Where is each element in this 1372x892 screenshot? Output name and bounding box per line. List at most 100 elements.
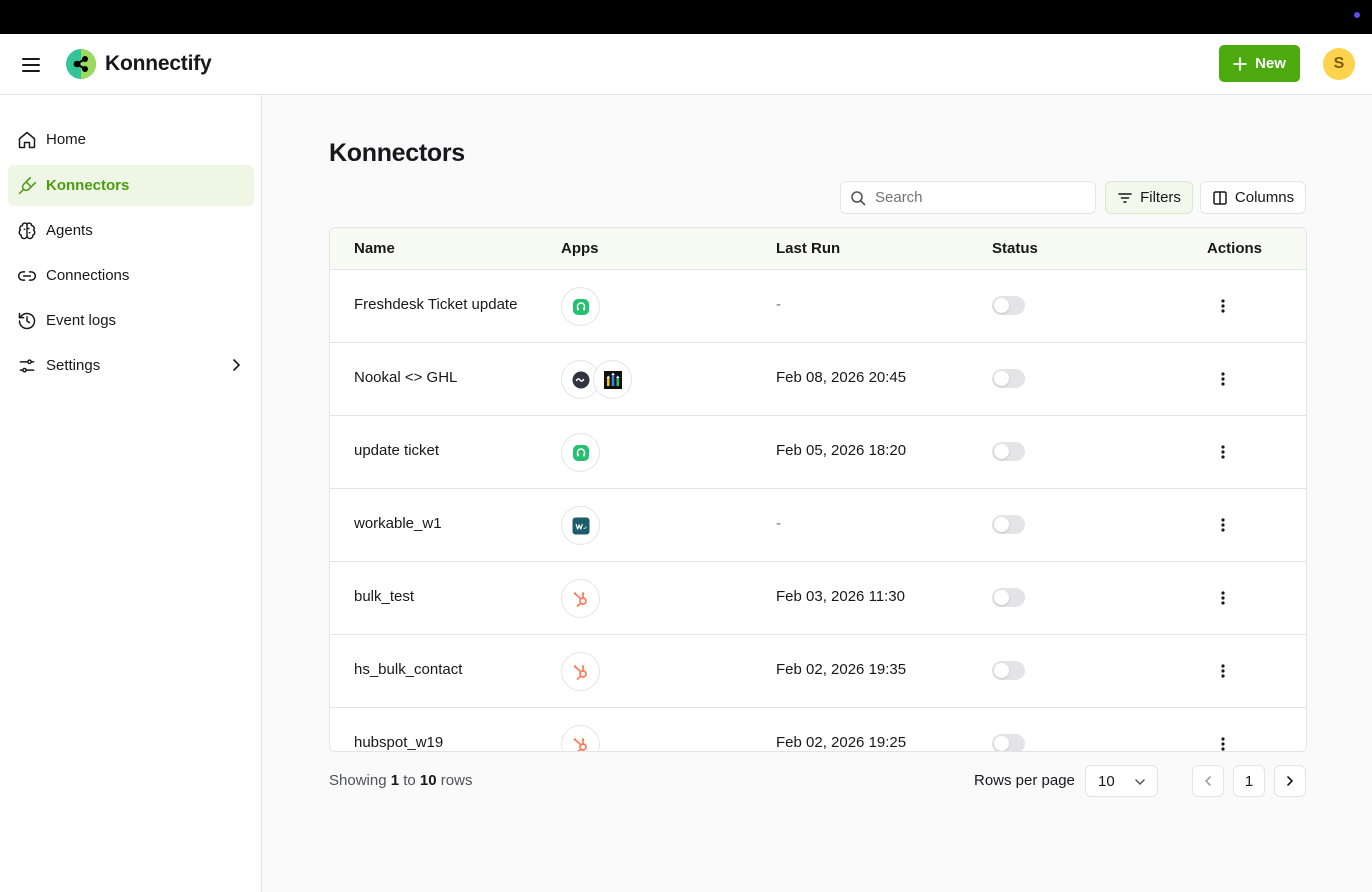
sidebar-item-label: Konnectors (46, 177, 130, 194)
sidebar-item-connections[interactable]: Connections (8, 255, 254, 296)
filters-button[interactable]: Filters (1105, 181, 1193, 214)
system-top-bar (0, 0, 1372, 34)
columns-label: Columns (1234, 189, 1295, 206)
column-header-last-run[interactable]: Last Run (776, 240, 840, 257)
app-icons (561, 506, 600, 545)
konnectify-logo-icon (66, 49, 96, 79)
freshdesk-icon (561, 287, 600, 326)
sidebar-item-konnectors[interactable]: Konnectors (8, 165, 254, 206)
last-run: Feb 02, 2026 19:35 (776, 661, 907, 678)
table-row[interactable]: Freshdesk Ticket update - (330, 270, 1306, 343)
plus-icon (1233, 56, 1247, 71)
table-row[interactable]: Nookal <> GHL Feb 08, 2026 20:45 (330, 343, 1306, 416)
status-toggle[interactable] (992, 661, 1025, 680)
app-header: Konnectify New S (0, 34, 1372, 95)
rows-per-page-value: 10 (1098, 772, 1115, 790)
rows-per-page-label: Rows per page (974, 772, 1075, 789)
hamburger-menu-button[interactable] (18, 52, 44, 78)
row-actions-button[interactable] (1212, 732, 1234, 751)
konnector-name: workable_w1 (354, 515, 442, 532)
next-page-button[interactable] (1274, 765, 1306, 797)
user-avatar[interactable]: S (1323, 48, 1355, 80)
last-run: - (776, 515, 781, 532)
last-run: - (776, 296, 781, 313)
konnector-name: bulk_test (354, 588, 415, 605)
app-icons (561, 725, 600, 751)
sidebar-item-event-logs[interactable]: Event logs (8, 300, 254, 341)
status-toggle[interactable] (992, 442, 1025, 461)
table-header: Name Apps Last Run Status Actions (330, 228, 1306, 270)
konnectors-table: Name Apps Last Run Status Actions Freshd… (329, 227, 1307, 752)
home-icon (16, 129, 38, 151)
row-actions-button[interactable] (1212, 586, 1234, 610)
hubspot-icon (561, 652, 600, 691)
sidebar-item-settings[interactable]: Settings (8, 345, 254, 386)
history-icon (16, 310, 38, 332)
last-run: Feb 05, 2026 18:20 (776, 442, 907, 459)
link-icon (16, 265, 38, 287)
columns-icon (1213, 190, 1227, 205)
column-header-name[interactable]: Name (354, 240, 395, 257)
search-icon (850, 190, 866, 206)
chevron-right-icon (233, 359, 241, 371)
freshdesk-icon (561, 433, 600, 472)
row-actions-button[interactable] (1212, 513, 1234, 537)
status-toggle[interactable] (992, 734, 1025, 751)
status-toggle[interactable] (992, 515, 1025, 534)
more-vertical-icon (1221, 372, 1225, 386)
filters-label: Filters (1140, 189, 1181, 206)
table-row[interactable]: hubspot_w19 Feb 02, 2026 19:25 (330, 708, 1306, 751)
sidebar-item-home[interactable]: Home (8, 119, 254, 160)
row-actions-button[interactable] (1212, 367, 1234, 391)
column-header-status: Status (992, 240, 1038, 257)
sidebar-item-label: Connections (46, 267, 130, 284)
more-vertical-icon (1221, 518, 1225, 532)
new-button-label: New (1255, 55, 1286, 72)
status-toggle[interactable] (992, 588, 1025, 607)
hubspot-icon (561, 725, 600, 751)
table-row[interactable]: update ticket Feb 05, 2026 18:20 (330, 416, 1306, 489)
main-content: Konnectors Filters Columns Name Apps Las… (263, 95, 1372, 892)
rows-per-page-select[interactable]: 10 (1085, 765, 1158, 797)
row-actions-button[interactable] (1212, 294, 1234, 318)
search-box[interactable] (840, 181, 1096, 214)
gohighlevel-icon (593, 360, 632, 399)
row-actions-button[interactable] (1212, 440, 1234, 464)
indicator-dot (1354, 12, 1360, 18)
last-run: Feb 03, 2026 11:30 (776, 588, 905, 605)
plug-icon (16, 175, 38, 197)
page-number-button[interactable]: 1 (1233, 765, 1265, 797)
sidebar-item-agents[interactable]: Agents (8, 210, 254, 251)
more-vertical-icon (1221, 664, 1225, 678)
table-row[interactable]: hs_bulk_contact Feb 02, 2026 19:35 (330, 635, 1306, 708)
columns-button[interactable]: Columns (1200, 181, 1306, 214)
column-header-apps: Apps (561, 240, 599, 257)
status-toggle[interactable] (992, 296, 1025, 315)
filter-icon (1118, 192, 1132, 203)
brand-name: Konnectify (105, 52, 212, 75)
app-icons (561, 652, 600, 691)
app-icons (561, 433, 600, 472)
more-vertical-icon (1221, 299, 1225, 313)
konnector-name: hs_bulk_contact (354, 661, 463, 678)
app-icons (561, 360, 632, 399)
row-actions-button[interactable] (1212, 659, 1234, 683)
more-vertical-icon (1221, 737, 1225, 751)
last-run: Feb 08, 2026 20:45 (776, 369, 907, 386)
chevron-right-icon (1287, 776, 1294, 786)
new-button[interactable]: New (1219, 45, 1300, 82)
konnector-name: Nookal <> GHL (354, 369, 458, 386)
chevron-down-icon (1135, 779, 1145, 786)
search-input[interactable] (875, 189, 1075, 206)
sidebar-item-label: Event logs (46, 312, 117, 329)
table-row[interactable]: workable_w1 - (330, 489, 1306, 562)
menu-icon (22, 58, 40, 72)
table-row[interactable]: bulk_test Feb 03, 2026 11:30 (330, 562, 1306, 635)
hubspot-icon (561, 579, 600, 618)
konnector-name: Freshdesk Ticket update (354, 296, 518, 313)
status-toggle[interactable] (992, 369, 1025, 388)
sidebar-item-label: Home (46, 131, 87, 148)
previous-page-button[interactable] (1192, 765, 1224, 797)
workable-icon (561, 506, 600, 545)
sidebar-item-label: Agents (46, 222, 93, 239)
